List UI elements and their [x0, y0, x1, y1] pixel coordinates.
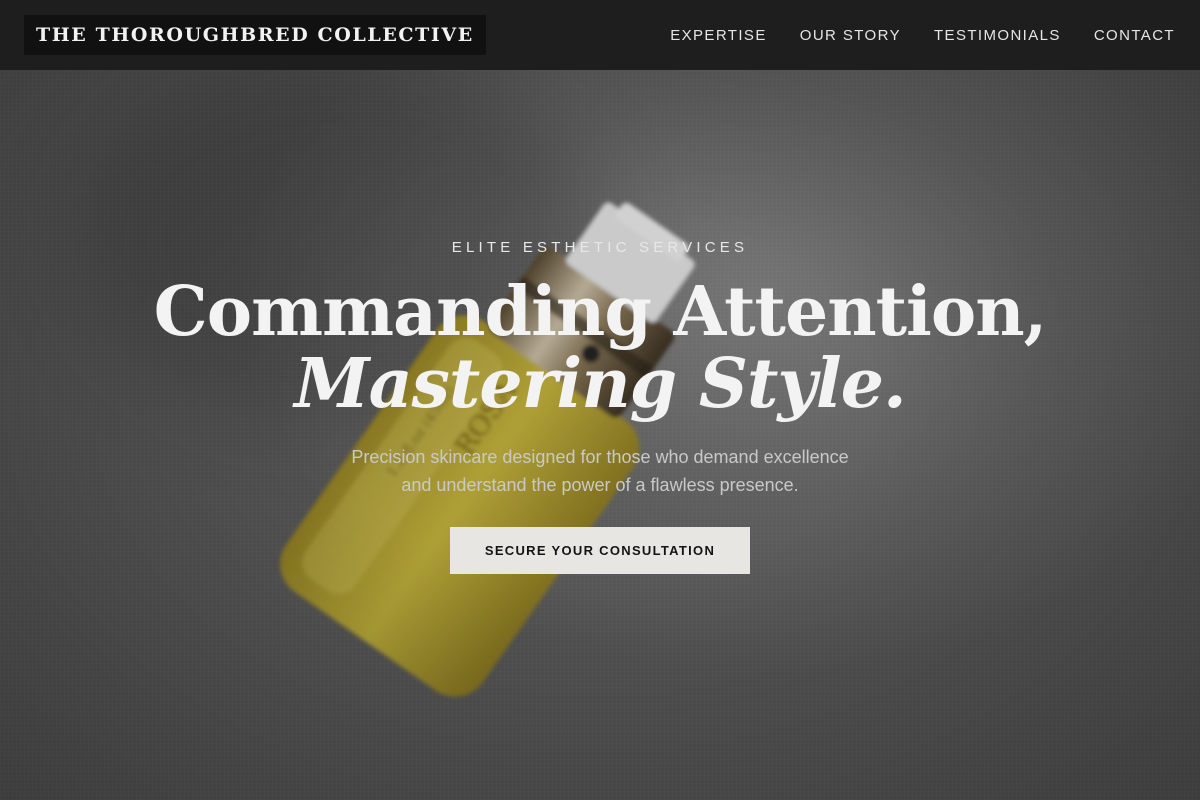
nav-menu: EXPERTISE OUR STORY TESTIMONIALS CONTACT: [670, 27, 1175, 44]
subtext-line-2: and understand the power of a flawless p…: [401, 475, 799, 495]
hero-content: ELITE ESTHETIC SERVICES Commanding Atten…: [0, 0, 1200, 800]
secure-consultation-button[interactable]: SECURE YOUR CONSULTATION: [450, 527, 750, 574]
hero-eyebrow: ELITE ESTHETIC SERVICES: [451, 239, 749, 256]
headline-line-2: Mastering Style.: [294, 344, 906, 424]
nav-link-our-story[interactable]: OUR STORY: [800, 27, 901, 44]
brand-logo[interactable]: THE THOROUGHBRED COLLECTIVE: [24, 15, 486, 55]
nav-link-testimonials[interactable]: TESTIMONIALS: [934, 27, 1061, 44]
subtext-line-1: Precision skincare designed for those wh…: [351, 447, 849, 467]
hero-headline: Commanding Attention, Mastering Style.: [0, 276, 1200, 420]
nav-link-contact[interactable]: CONTACT: [1094, 27, 1175, 44]
nav-link-expertise[interactable]: EXPERTISE: [670, 27, 767, 44]
headline-line-1: Commanding Attention,: [153, 272, 1048, 352]
hero-subtext: Precision skincare designed for those wh…: [300, 443, 900, 499]
top-navigation: THE THOROUGHBRED COLLECTIVE EXPERTISE OU…: [0, 0, 1200, 70]
